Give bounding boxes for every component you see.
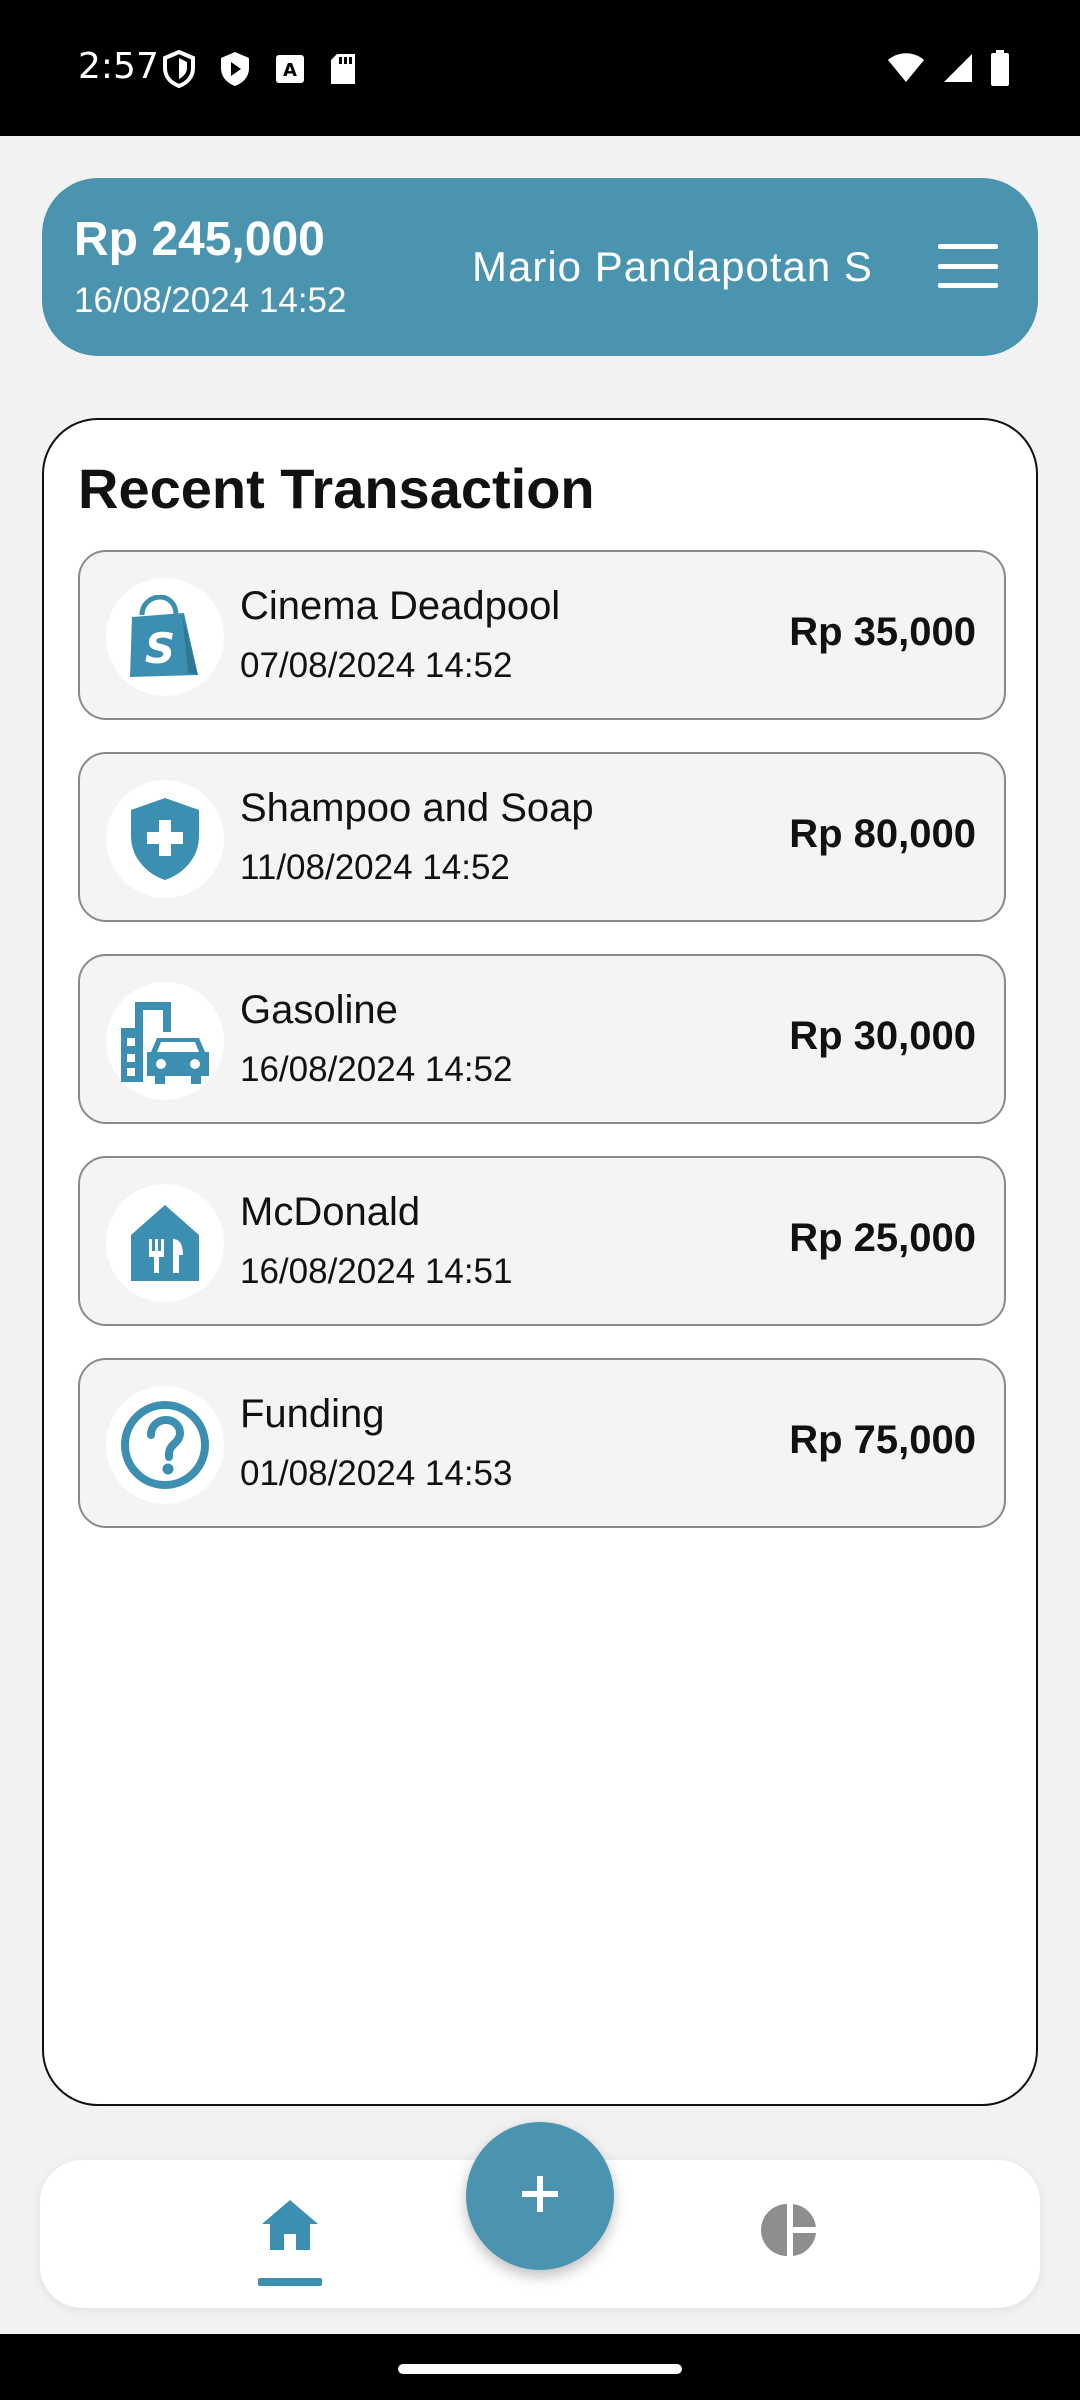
svg-text:S: S bbox=[145, 624, 175, 673]
balance-header-card: Rp 245,000 16/08/2024 14:52 Mario Pandap… bbox=[42, 178, 1038, 356]
transaction-amount: Rp 35,000 bbox=[789, 610, 976, 654]
transaction-date: 07/08/2024 14:52 bbox=[240, 646, 513, 685]
battery-icon bbox=[990, 50, 1010, 91]
restaurant-icon bbox=[106, 1184, 224, 1302]
status-icons-right bbox=[886, 50, 1010, 91]
status-time: 2:57 bbox=[78, 46, 159, 87]
transaction-date: 11/08/2024 14:52 bbox=[240, 848, 510, 887]
transaction-amount: Rp 80,000 bbox=[789, 812, 976, 856]
gesture-handle[interactable] bbox=[398, 2364, 682, 2374]
sd-card-icon bbox=[328, 52, 358, 91]
transaction-item[interactable]: Shampoo and Soap 11/08/2024 14:52 Rp 80,… bbox=[78, 752, 1006, 922]
city-car-icon bbox=[106, 982, 224, 1100]
transaction-amount: Rp 30,000 bbox=[789, 1014, 976, 1058]
balance-datetime: 16/08/2024 14:52 bbox=[74, 281, 347, 320]
pie-chart-icon bbox=[760, 2204, 820, 2264]
transaction-name: McDonald bbox=[240, 1190, 421, 1234]
help-icon bbox=[106, 1386, 224, 1504]
transaction-name: Funding bbox=[240, 1392, 385, 1436]
user-name: Mario Pandapotan S bbox=[472, 243, 873, 290]
transaction-item[interactable]: Funding 01/08/2024 14:53 Rp 75,000 bbox=[78, 1358, 1006, 1528]
transaction-name: Cinema Deadpool bbox=[240, 584, 561, 628]
menu-icon[interactable] bbox=[938, 244, 998, 288]
panel-title: Recent Transaction bbox=[78, 457, 595, 520]
vpn-shield-icon bbox=[162, 49, 196, 93]
svg-text:A: A bbox=[283, 60, 297, 81]
balance-amount: Rp 245,000 bbox=[74, 213, 325, 266]
system-navigation-bar bbox=[0, 2334, 1080, 2400]
active-tab-indicator bbox=[258, 2278, 322, 2286]
transaction-date: 16/08/2024 14:52 bbox=[240, 1050, 513, 1089]
health-shield-icon bbox=[106, 780, 224, 898]
play-protect-icon bbox=[218, 50, 252, 93]
transaction-name: Gasoline bbox=[240, 988, 398, 1032]
transaction-item[interactable]: McDonald 16/08/2024 14:51 Rp 25,000 bbox=[78, 1156, 1006, 1326]
nav-stats-tab[interactable] bbox=[760, 2200, 826, 2266]
transaction-item[interactable]: Gasoline 16/08/2024 14:52 Rp 30,000 bbox=[78, 954, 1006, 1124]
transaction-amount: Rp 75,000 bbox=[789, 1418, 976, 1462]
transaction-date: 01/08/2024 14:53 bbox=[240, 1454, 513, 1493]
keyboard-a-icon: A bbox=[274, 53, 306, 90]
status-icons-left: A bbox=[162, 49, 358, 93]
wifi-icon bbox=[886, 52, 926, 89]
transaction-date: 16/08/2024 14:51 bbox=[240, 1252, 513, 1291]
transaction-item[interactable]: S Cinema Deadpool 07/08/2024 14:52 Rp 35… bbox=[78, 550, 1006, 720]
transaction-amount: Rp 25,000 bbox=[789, 1216, 976, 1260]
add-transaction-button[interactable] bbox=[466, 2122, 614, 2270]
plus-icon bbox=[518, 2172, 562, 2221]
recent-transactions-panel: Recent Transaction S Cinema Deadpool 07/… bbox=[42, 418, 1038, 2106]
status-bar: 2:57 A bbox=[0, 0, 1080, 136]
cell-signal-icon bbox=[942, 52, 974, 89]
shopping-bag-icon: S bbox=[106, 578, 224, 696]
transaction-list: S Cinema Deadpool 07/08/2024 14:52 Rp 35… bbox=[78, 550, 1006, 1560]
home-icon bbox=[260, 2198, 320, 2257]
nav-home-tab[interactable] bbox=[250, 2198, 330, 2286]
transaction-name: Shampoo and Soap bbox=[240, 786, 594, 830]
